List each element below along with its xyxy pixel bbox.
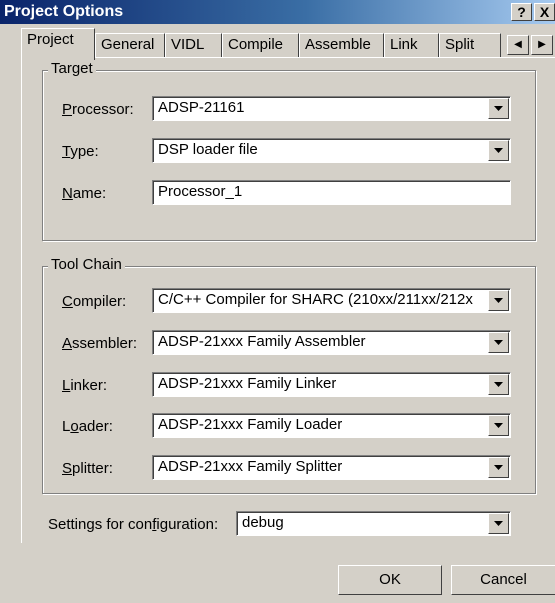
processor-select[interactable]: ADSP-21161 — [152, 96, 511, 121]
tab-split[interactable]: Split — [439, 33, 501, 57]
tab-vidl[interactable]: VIDL — [165, 33, 222, 57]
tool-chain-group-label: Tool Chain — [48, 256, 125, 273]
tab-compile[interactable]: Compile — [222, 33, 299, 57]
type-select[interactable]: DSP loader file — [152, 138, 511, 163]
processor-value: ADSP-21161 — [158, 99, 245, 116]
loader-label: Loader: — [62, 418, 113, 435]
name-value: Processor_1 — [158, 183, 243, 200]
name-label: Name: — [62, 185, 107, 202]
arrow-left-icon[interactable]: ◀ — [507, 35, 529, 55]
cancel-button[interactable]: Cancel — [451, 565, 555, 595]
tab-assemble[interactable]: Assemble — [299, 33, 384, 57]
tab-project[interactable]: Project — [21, 28, 95, 60]
tab-general[interactable]: General — [95, 33, 165, 57]
chevron-down-icon[interactable] — [488, 332, 509, 353]
chevron-down-icon[interactable] — [488, 415, 509, 436]
linker-value: ADSP-21xxx Family Linker — [158, 375, 337, 392]
help-button[interactable]: ? — [511, 3, 532, 21]
splitter-value: ADSP-21xxx Family Splitter — [158, 458, 343, 475]
splitter-select[interactable]: ADSP-21xxx Family Splitter — [152, 455, 511, 480]
title-bar[interactable]: Project Options ? X — [0, 0, 555, 24]
assembler-value: ADSP-21xxx Family Assembler — [158, 333, 366, 350]
chevron-down-icon[interactable] — [488, 290, 509, 311]
assembler-label: Assembler: — [62, 335, 138, 352]
name-field[interactable]: Processor_1 — [152, 180, 511, 205]
linker-label: Linker: — [62, 377, 108, 394]
tab-link[interactable]: Link — [384, 33, 439, 57]
chevron-down-icon[interactable] — [488, 98, 509, 119]
close-button[interactable]: X — [534, 3, 555, 21]
chevron-down-icon[interactable] — [488, 140, 509, 161]
tab-scroll-buttons: ◀ ▶ — [505, 35, 555, 55]
compiler-value: C/C++ Compiler for SHARC (210xx/211xx/21… — [158, 291, 473, 308]
chevron-down-icon[interactable] — [488, 457, 509, 478]
assembler-select[interactable]: ADSP-21xxx Family Assembler — [152, 330, 511, 355]
compiler-label: Compiler: — [62, 293, 127, 310]
linker-select[interactable]: ADSP-21xxx Family Linker — [152, 372, 511, 397]
configuration-select[interactable]: debug — [236, 511, 511, 536]
type-label: Type: — [62, 143, 99, 160]
chevron-down-icon[interactable] — [488, 374, 509, 395]
configuration-label: Settings for configuration: — [48, 516, 219, 533]
tab-panel: Target Processor: ADSP-21161 Type: DSP l… — [21, 57, 555, 543]
loader-select[interactable]: ADSP-21xxx Family Loader — [152, 413, 511, 438]
processor-label: Processor: — [62, 101, 134, 118]
project-options-dialog: Project Options ? X Project General VIDL… — [0, 0, 555, 603]
window-title: Project Options — [4, 3, 124, 20]
configuration-value: debug — [242, 514, 284, 531]
arrow-right-icon[interactable]: ▶ — [531, 35, 553, 55]
splitter-label: Splitter: — [62, 460, 113, 477]
target-group-label: Target — [48, 60, 96, 77]
ok-button[interactable]: OK — [338, 565, 442, 595]
chevron-down-icon[interactable] — [488, 513, 509, 534]
compiler-select[interactable]: C/C++ Compiler for SHARC (210xx/211xx/21… — [152, 288, 511, 313]
loader-value: ADSP-21xxx Family Loader — [158, 416, 343, 433]
type-value: DSP loader file — [158, 141, 258, 158]
